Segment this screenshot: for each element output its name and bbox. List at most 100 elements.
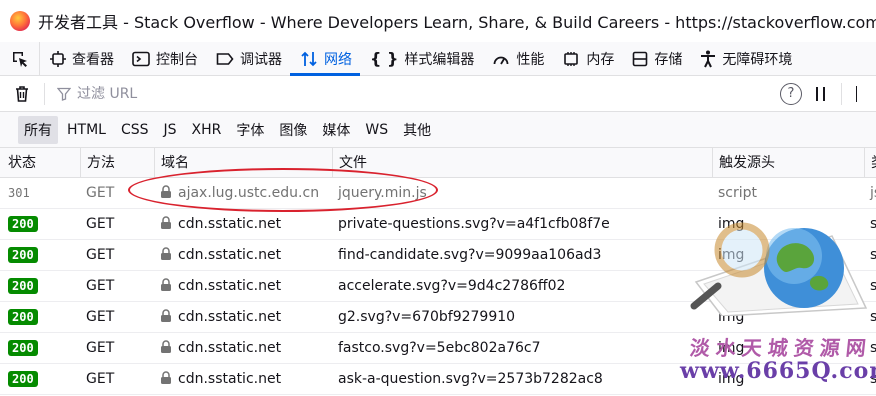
cell-type: s (870, 216, 876, 232)
filter-url-input[interactable] (77, 85, 377, 102)
cell-domain: cdn.sstatic.net (154, 271, 332, 302)
debugger-icon (216, 51, 234, 67)
domain-text: cdn.sstatic.net (178, 247, 282, 263)
watermark-site-name: 淡水天城资源网 (688, 336, 874, 360)
status-badge: 200 (8, 247, 38, 263)
domain-text: cdn.sstatic.net (178, 216, 282, 232)
help-icon[interactable]: ? (780, 82, 802, 105)
status-badge: 200 (8, 340, 38, 356)
column-status[interactable]: 状态 (0, 148, 80, 178)
table-row[interactable]: 301 GET ajax.lug.ustc.edu.cn jquery.min.js s… (0, 178, 876, 209)
memory-icon (562, 51, 580, 67)
cell-status: 301 (0, 178, 80, 209)
cell-status: 200 (0, 240, 80, 271)
cell-method: GET (86, 185, 115, 201)
tab-console[interactable]: 控制台 (122, 42, 206, 75)
type-filter-all[interactable]: 所有 (18, 115, 58, 144)
tab-storage[interactable]: 存储 (622, 42, 690, 75)
type-filter-other[interactable]: 其他 (397, 116, 437, 144)
tab-style-editor[interactable]: { } 样式编辑器 (360, 42, 482, 75)
cell-domain: cdn.sstatic.net (154, 364, 332, 395)
tab-label: 控制台 (156, 51, 198, 68)
tab-label: 样式编辑器 (404, 51, 475, 68)
firefox-logo-icon (10, 11, 30, 31)
tab-inspector[interactable]: 查看器 (40, 42, 122, 75)
devtools-toolbar: 查看器 控制台 调试器 网络 { } 样式编辑器 性能 内存 存储 无障碍环境 (0, 42, 876, 76)
column-type[interactable]: 类 (864, 148, 876, 178)
domain-text: cdn.sstatic.net (178, 371, 282, 387)
cell-file: accelerate.svg?v=9d4c2786ff02 (338, 278, 566, 294)
tab-memory[interactable]: 内存 (552, 42, 622, 75)
status-badge: 200 (8, 309, 38, 325)
filter-icon (57, 87, 71, 101)
cell-cause: img (718, 216, 745, 232)
performance-icon (492, 51, 510, 67)
lock-icon (161, 339, 171, 353)
tab-debugger[interactable]: 调试器 (206, 42, 290, 75)
domain-text: cdn.sstatic.net (178, 278, 282, 294)
request-type-filters: 所有 HTML CSS JS XHR 字体 图像 媒体 WS 其他 (0, 112, 876, 148)
type-filter-js[interactable]: JS (158, 118, 183, 142)
cell-file: g2.svg?v=670bf9279910 (338, 309, 516, 325)
clear-button[interactable] (0, 85, 44, 103)
type-filter-html[interactable]: HTML (61, 118, 112, 142)
lock-icon (161, 277, 171, 291)
cell-domain: cdn.sstatic.net (154, 333, 332, 364)
cell-method: GET (86, 371, 115, 387)
tab-label: 存储 (654, 51, 683, 68)
cell-cause: script (718, 185, 758, 201)
lock-icon (161, 215, 171, 229)
type-filter-xhr[interactable]: XHR (186, 118, 228, 142)
status-badge: 200 (8, 216, 38, 232)
pause-button[interactable] (816, 86, 825, 101)
type-filter-ws[interactable]: WS (359, 118, 394, 142)
type-filter-images[interactable]: 图像 (273, 116, 313, 144)
lock-icon (161, 246, 171, 260)
cell-file: find-candidate.svg?v=9099aa106ad3 (338, 247, 602, 263)
status-badge: 200 (8, 278, 38, 294)
cell-cause: img (718, 309, 745, 325)
cell-status: 200 (0, 209, 80, 240)
tab-label: 调试器 (240, 51, 282, 68)
toolbar-separator (841, 82, 842, 105)
more-options-icon[interactable] (856, 85, 876, 102)
style-editor-icon: { } (370, 49, 399, 68)
tab-label: 无障碍环境 (722, 51, 793, 68)
type-filter-css[interactable]: CSS (115, 118, 155, 142)
filter-url-container (45, 85, 780, 102)
column-method[interactable]: 方法 (80, 148, 154, 178)
type-filter-fonts[interactable]: 字体 (230, 116, 270, 144)
cell-domain: cdn.sstatic.net (154, 240, 332, 271)
cell-method: GET (86, 278, 115, 294)
tab-label: 性能 (516, 51, 545, 68)
column-cause[interactable]: 触发源头 (712, 148, 864, 178)
table-row[interactable]: 200 GET cdn.sstatic.net g2.svg?v=670bf92799… (0, 302, 876, 333)
domain-text: cdn.sstatic.net (178, 309, 282, 325)
table-row[interactable]: 200 GET cdn.sstatic.net find-candidate.svg?… (0, 240, 876, 271)
lock-icon (161, 370, 171, 384)
table-row[interactable]: 200 GET cdn.sstatic.net accelerate.svg?v=9d… (0, 271, 876, 302)
cell-domain: cdn.sstatic.net (154, 209, 332, 240)
column-domain[interactable]: 域名 (154, 148, 332, 178)
cell-cause: img (718, 278, 745, 294)
window-title: 开发者工具 - Stack Overflow - Where Developer… (38, 13, 876, 32)
tab-network[interactable]: 网络 (290, 42, 360, 76)
cell-domain: ajax.lug.ustc.edu.cn (154, 178, 332, 209)
trash-icon (16, 85, 28, 102)
tab-performance[interactable]: 性能 (482, 42, 552, 75)
accessibility-icon (700, 50, 716, 68)
table-row[interactable]: 200 GET cdn.sstatic.net private-questions.s… (0, 209, 876, 240)
status-badge: 301 (8, 186, 30, 200)
tab-accessibility[interactable]: 无障碍环境 (690, 42, 800, 75)
cell-file: jquery.min.js (338, 185, 427, 201)
cell-type: js (870, 185, 876, 201)
cell-method: GET (86, 247, 115, 263)
tab-label: 查看器 (72, 51, 114, 68)
cell-status: 200 (0, 271, 80, 302)
element-picker-button[interactable] (0, 42, 40, 75)
element-picker-icon (12, 51, 27, 67)
column-file[interactable]: 文件 (332, 148, 712, 178)
tab-label: 内存 (586, 51, 615, 68)
type-filter-media[interactable]: 媒体 (316, 116, 356, 144)
cell-type: s (870, 309, 876, 325)
